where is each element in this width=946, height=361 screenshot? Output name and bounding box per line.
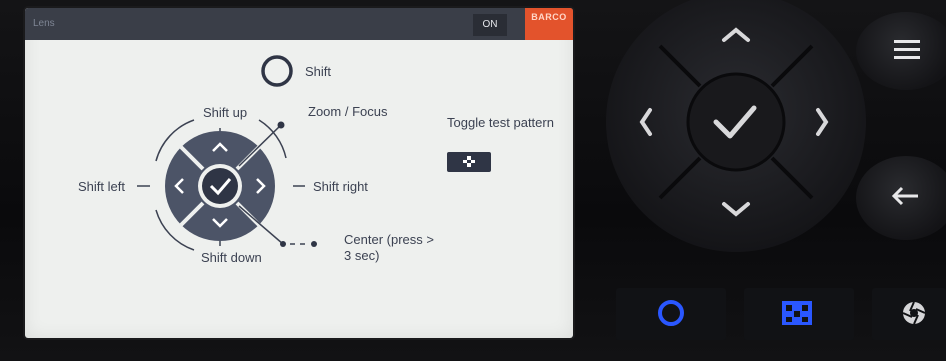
aperture-icon — [902, 301, 926, 325]
label-shift-up: Shift up — [203, 105, 248, 120]
test-pattern-button[interactable] — [447, 152, 491, 172]
lcd-screen: Lens ON BARCO Shift Shift up Zoom / Focu… — [25, 8, 573, 338]
blue-test-pattern-icon — [782, 301, 812, 325]
label-center-line2: 3 sec) — [344, 248, 380, 263]
menu-button[interactable] — [856, 12, 946, 90]
label-shift-left: Shift left — [78, 179, 125, 194]
label-zoom-focus: Zoom / Focus — [308, 104, 388, 119]
center-check-button — [202, 168, 238, 204]
label-shift: Shift — [305, 64, 332, 79]
physical-center-button — [686, 72, 786, 172]
label-center-line1: Center (press > — [344, 232, 434, 247]
test-pattern-icon — [463, 156, 475, 167]
shift-ring-icon — [261, 55, 293, 87]
blue-ring-icon — [658, 300, 684, 326]
label-shift-right: Shift right — [313, 179, 368, 194]
back-button[interactable] — [856, 156, 946, 240]
aperture-button[interactable] — [872, 288, 946, 340]
lens-control-diagram — [137, 55, 317, 251]
shift-ring-button[interactable] — [616, 288, 726, 340]
test-pattern-hardware-button[interactable] — [744, 288, 854, 340]
label-shift-down: Shift down — [201, 250, 262, 265]
label-toggle-test-pattern: Toggle test pattern — [447, 115, 554, 130]
hamburger-icon — [894, 40, 920, 59]
back-arrow-icon — [891, 186, 918, 206]
